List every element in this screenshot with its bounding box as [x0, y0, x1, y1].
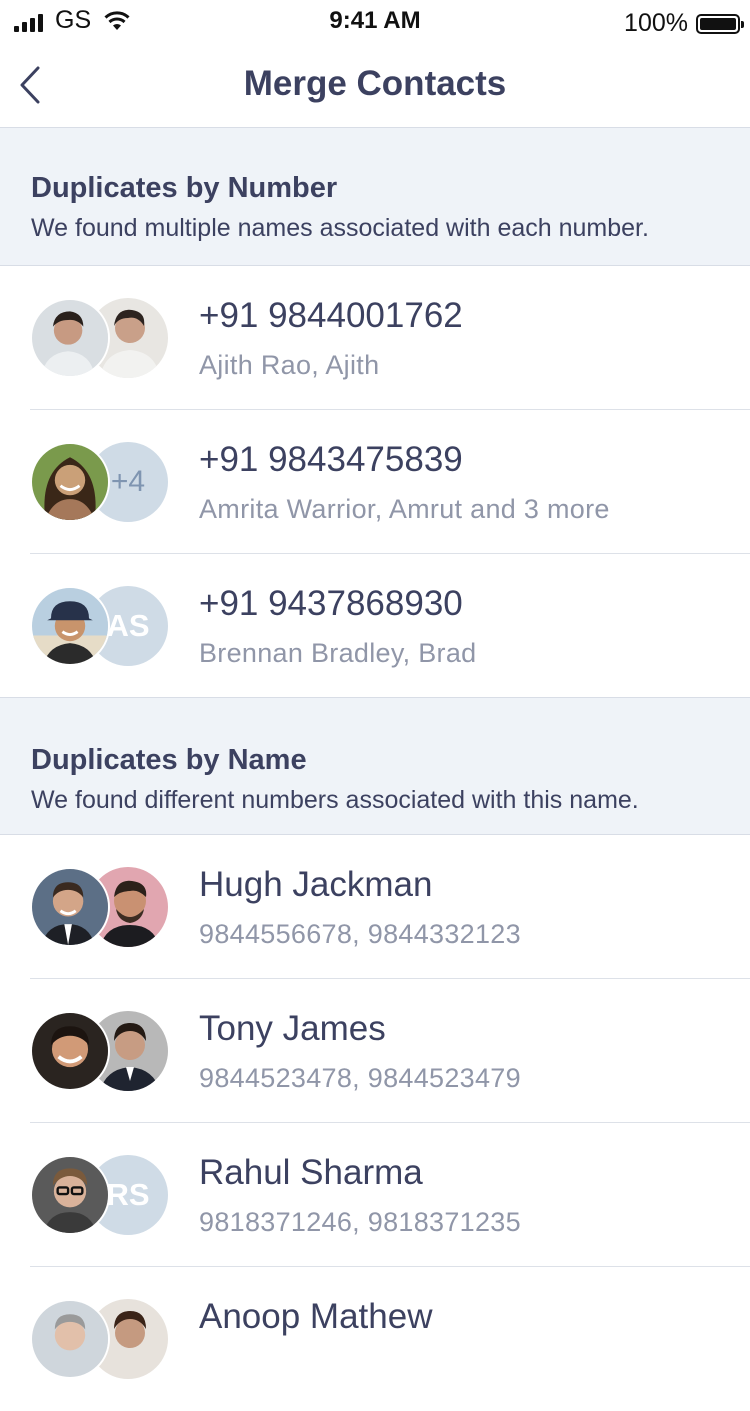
row-title: Rahul Sharma — [199, 1153, 423, 1192]
avatar — [30, 442, 110, 522]
avatar — [30, 298, 110, 378]
row-title: Tony James — [199, 1009, 386, 1048]
list-item[interactable]: +4 +91 9843475839 Amrita Warrior, Amrut … — [0, 410, 750, 554]
row-title: +91 9437868930 — [199, 584, 463, 623]
row-subtitle: Ajith Rao, Ajith — [199, 350, 380, 380]
row-subtitle: 9818371246, 9818371235 — [199, 1207, 521, 1237]
row-subtitle: Amrita Warrior, Amrut and 3 more — [199, 494, 610, 524]
list-item[interactable]: Tony James 9844523478, 9844523479 — [0, 979, 750, 1123]
row-subtitle: Brennan Bradley, Brad — [199, 638, 477, 668]
section-title: Duplicates by Number — [31, 172, 338, 204]
avatar — [30, 1155, 110, 1235]
avatar — [30, 1299, 110, 1379]
section-subtitle: We found multiple names associated with … — [31, 214, 649, 242]
nav-bar: Merge Contacts — [0, 42, 750, 128]
list-item[interactable]: RS Rahul Sharma 9818371246, 9818371235 — [0, 1123, 750, 1267]
battery-icon — [696, 13, 744, 34]
section-header-by-number: Duplicates by Number We found multiple n… — [0, 128, 750, 266]
row-subtitle: 9844556678, 9844332123 — [199, 919, 521, 949]
avatar — [30, 1011, 110, 1091]
avatar — [30, 867, 110, 947]
row-title: +91 9843475839 — [199, 440, 463, 479]
row-title: Hugh Jackman — [199, 865, 433, 904]
section-subtitle: We found different numbers associated wi… — [31, 786, 639, 814]
row-title: +91 9844001762 — [199, 296, 463, 335]
page-title: Merge Contacts — [243, 64, 507, 103]
battery-percent: 100% — [624, 9, 688, 37]
section-title: Duplicates by Name — [31, 744, 307, 776]
list-item[interactable]: AS +91 9437868930 Brennan Bradley, Brad — [0, 554, 750, 698]
list-item[interactable]: +91 9844001762 Ajith Rao, Ajith — [0, 266, 750, 410]
section-header-by-name: Duplicates by Name We found different nu… — [0, 697, 750, 835]
list-item[interactable]: Hugh Jackman 9844556678, 9844332123 — [0, 835, 750, 979]
status-bar: GS 9:41 AM 100% — [0, 0, 750, 42]
row-subtitle: 9844523478, 9844523479 — [199, 1063, 521, 1093]
row-title: Anoop Mathew — [199, 1297, 433, 1336]
avatar — [30, 586, 110, 666]
list-item[interactable]: Anoop Mathew — [0, 1267, 750, 1411]
